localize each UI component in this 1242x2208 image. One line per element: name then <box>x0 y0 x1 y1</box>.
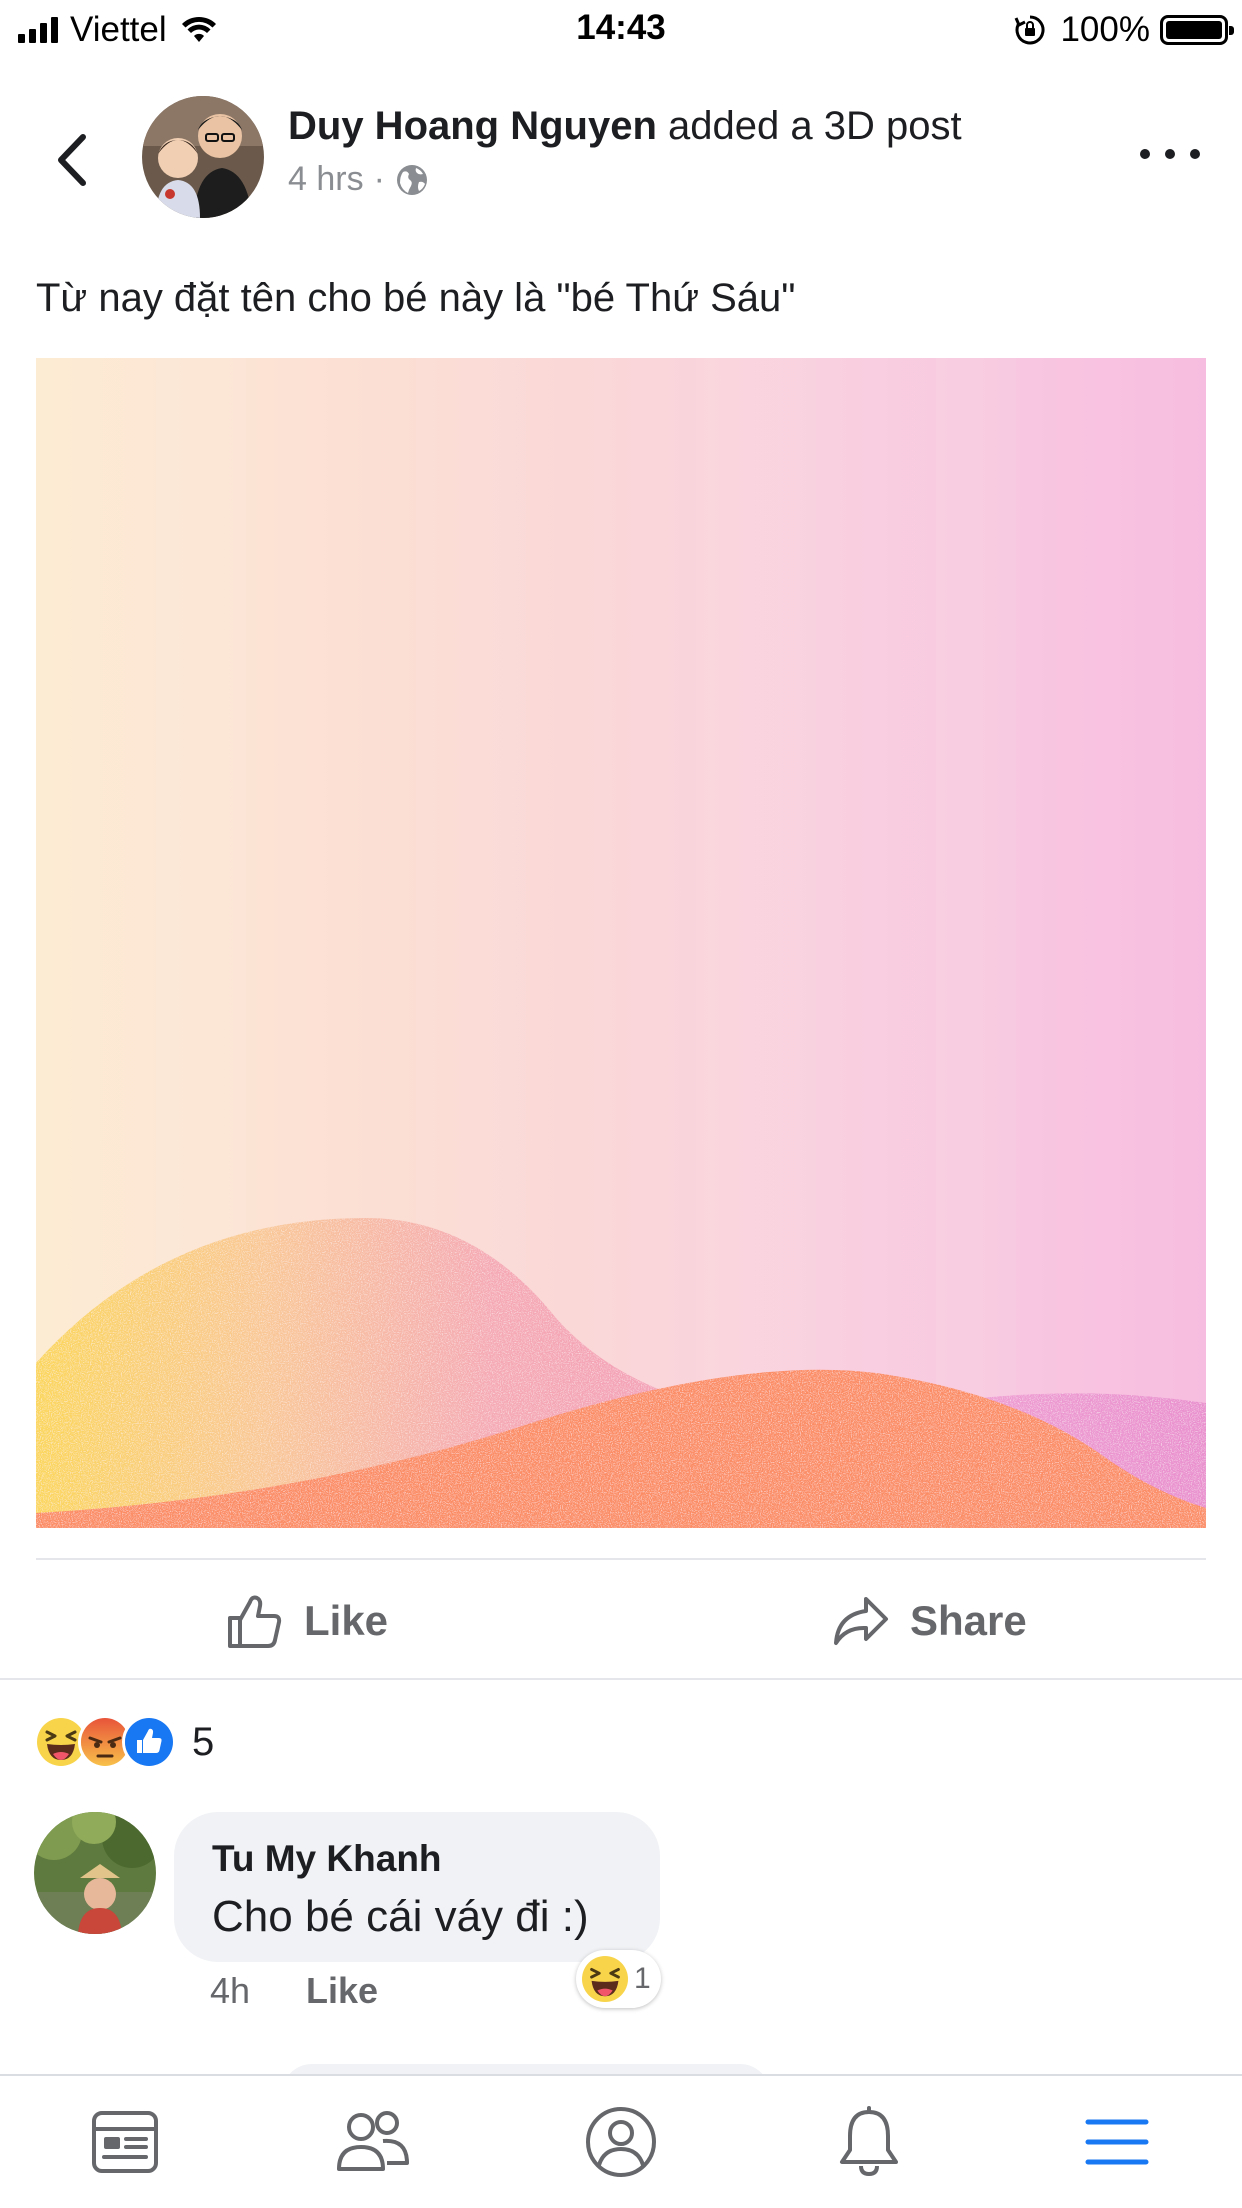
comment-reaction-badge[interactable]: 1 <box>576 1950 661 2008</box>
tab-menu[interactable] <box>1067 2096 1167 2188</box>
like-reaction-icon <box>122 1715 176 1769</box>
3d-landscape-illustration <box>36 358 1206 1528</box>
status-bar: Viettel 14:43 100% <box>0 0 1242 60</box>
post-meta: 4 hrs · <box>288 160 429 199</box>
commenter-avatar-photo <box>34 1812 156 1934</box>
share-arrow-icon <box>834 1597 888 1645</box>
divider <box>0 1678 1242 1680</box>
tab-profile[interactable] <box>571 2096 671 2188</box>
post-time[interactable]: 4 hrs <box>288 160 364 199</box>
tab-friends[interactable] <box>323 2096 423 2188</box>
post-caption: Từ nay đặt tên cho bé này là "bé Thứ Sáu… <box>36 276 796 320</box>
reactions-summary[interactable]: 5 <box>34 1715 215 1769</box>
comment-bubble[interactable]: Tu My Khanh Cho bé cái váy đi :) <box>174 1812 660 1962</box>
battery-percent: 100% <box>1060 10 1150 49</box>
post-header: Duy Hoang Nguyen added a 3D post 4 hrs · <box>0 86 1242 226</box>
chevron-left-icon <box>58 134 86 186</box>
comment-reaction-count: 1 <box>634 1962 651 1995</box>
like-button[interactable]: Like <box>226 1586 388 1656</box>
thumbs-up-icon <box>228 1595 282 1648</box>
author-action: added a 3D post <box>668 104 962 148</box>
bottom-tab-bar <box>0 2074 1242 2208</box>
commenter-avatar[interactable] <box>34 1812 156 1934</box>
comment-text: Cho bé cái váy đi :) <box>212 1892 589 1941</box>
facebook-post-screen: Viettel 14:43 100% Duy Hoang Nguyen adde… <box>0 0 1242 2208</box>
news-feed-icon <box>92 2111 158 2173</box>
post-3d-media[interactable] <box>36 358 1206 1528</box>
profile-icon <box>586 2107 656 2177</box>
author-name[interactable]: Duy Hoang Nguyen <box>288 104 657 148</box>
tab-news-feed[interactable] <box>75 2096 175 2188</box>
share-button[interactable]: Share <box>832 1586 1027 1656</box>
tab-notifications[interactable] <box>819 2096 919 2188</box>
commenter-name[interactable]: Tu My Khanh <box>212 1838 442 1880</box>
author-avatar[interactable] <box>142 96 264 218</box>
notifications-icon <box>840 2106 898 2177</box>
more-options-button[interactable] <box>1140 134 1200 174</box>
menu-icon <box>1085 2119 1149 2165</box>
status-right: 100% <box>1014 8 1234 52</box>
haha-reaction-icon <box>582 1956 628 2002</box>
comment-time: 4h <box>210 1970 251 2011</box>
battery-icon <box>1160 15 1234 45</box>
author-line: Duy Hoang Nguyen added a 3D post <box>288 104 962 149</box>
meta-separator: · <box>373 160 385 198</box>
reaction-count: 5 <box>192 1719 215 1764</box>
orientation-lock-icon <box>1015 15 1045 45</box>
comment-like-button[interactable]: Like <box>306 1970 378 2012</box>
author-avatar-photo <box>142 96 264 218</box>
post-action-bar: Like Share <box>0 1560 1242 1680</box>
share-label: Share <box>910 1597 1027 1644</box>
like-label: Like <box>304 1597 389 1644</box>
globe-icon <box>396 164 427 195</box>
friends-icon <box>337 2111 409 2171</box>
back-button[interactable] <box>44 124 100 196</box>
